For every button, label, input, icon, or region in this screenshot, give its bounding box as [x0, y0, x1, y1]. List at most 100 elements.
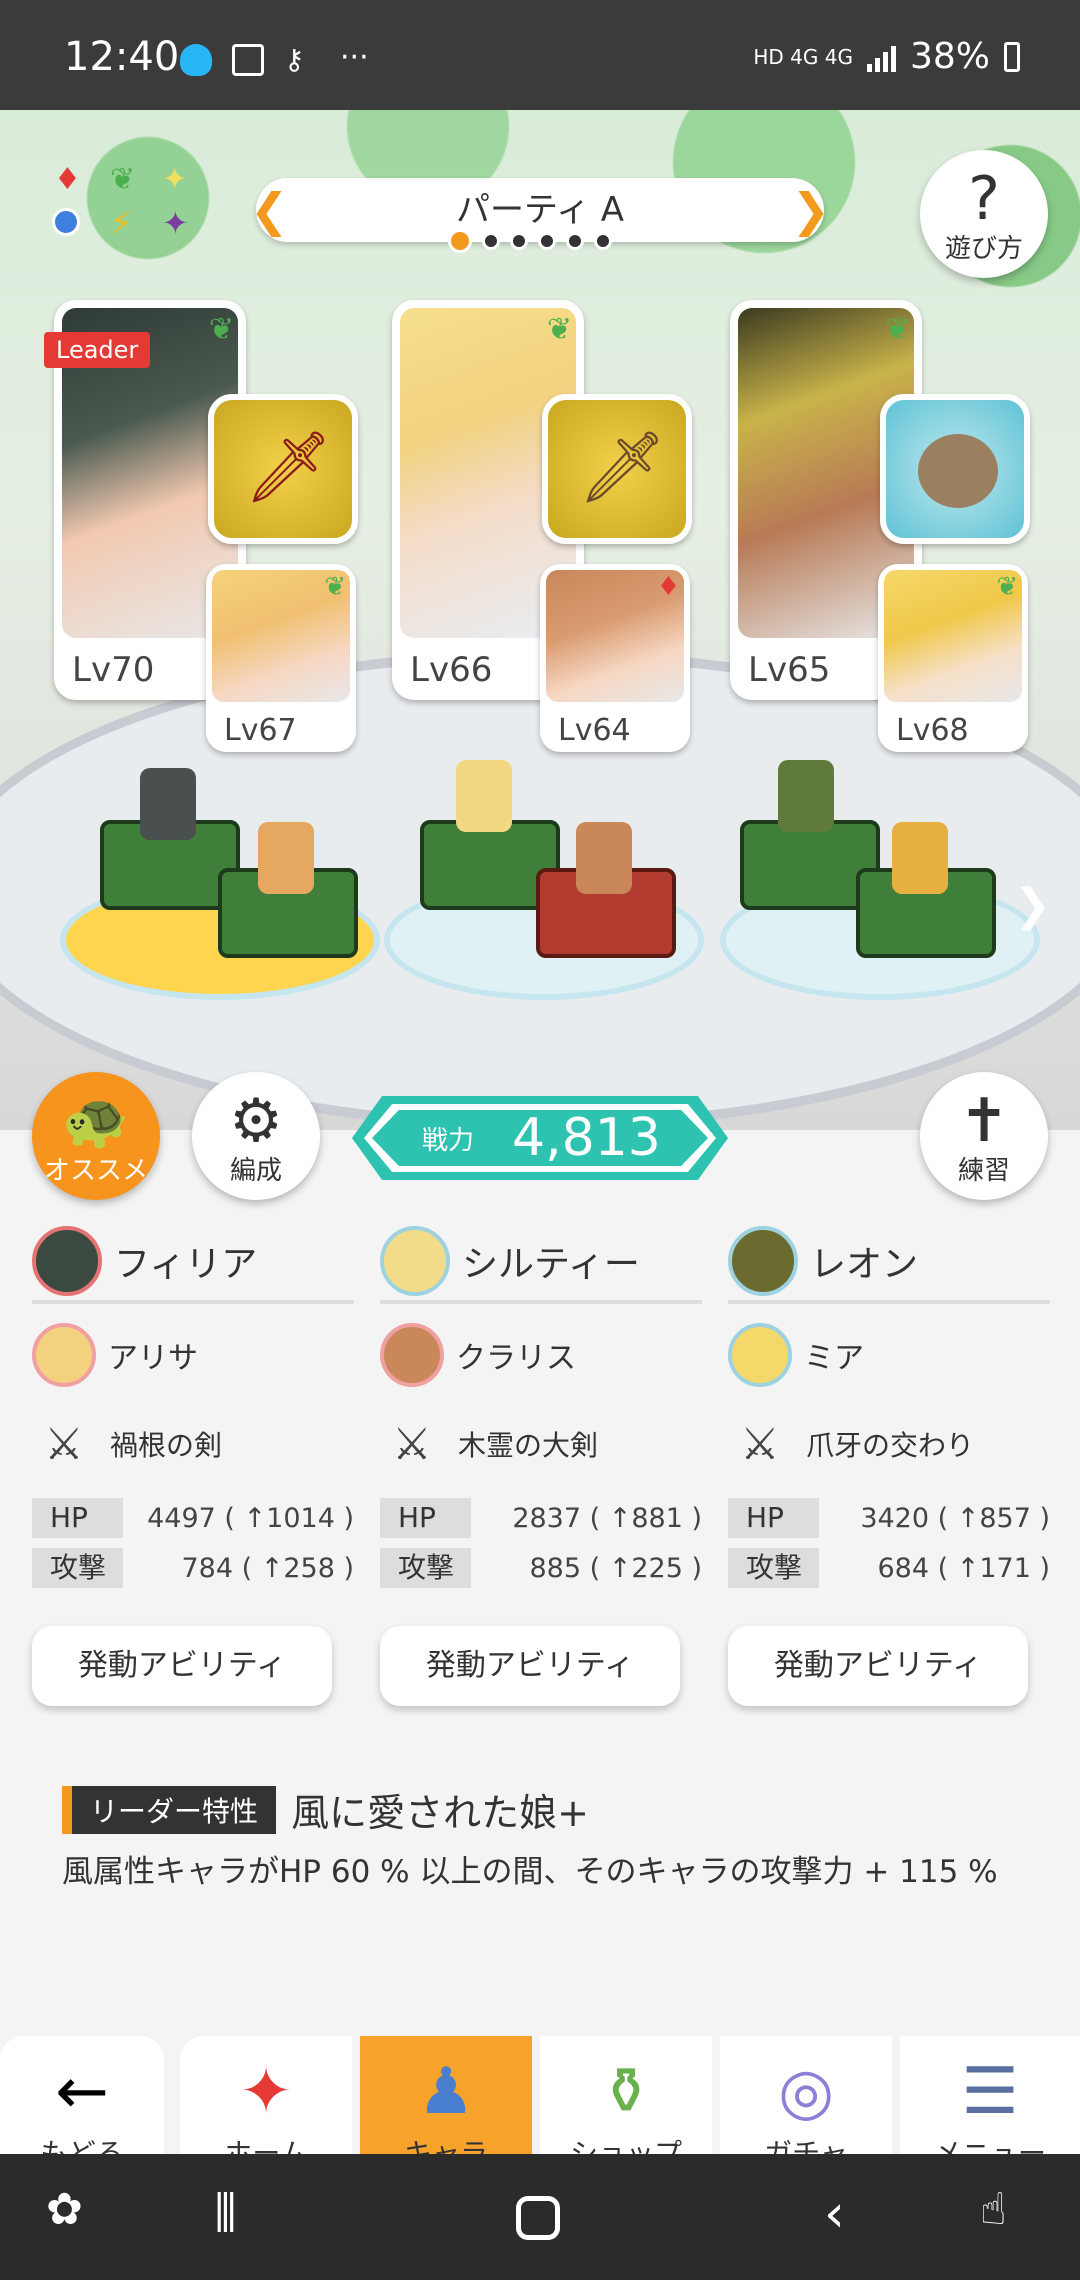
ability-button[interactable]: 発動アビリティ: [380, 1626, 680, 1706]
recent-apps-icon[interactable]: ⦀: [214, 2184, 237, 2245]
practice-button[interactable]: ✝ 練習: [920, 1072, 1048, 1200]
member-column: フィリア アリサ ⚔ 禍根の剣 HP 4497 ( ↑1014 ) 攻撃 784 ( …: [32, 1222, 354, 1706]
party-name: パーティ A: [455, 190, 625, 230]
weapon-type-icon: ⚔: [44, 1418, 84, 1470]
power-label: 戦力: [422, 1126, 475, 1156]
more-icon: ···: [340, 40, 369, 75]
character-icon: ♟: [417, 2055, 475, 2129]
element-affinity-chart[interactable]: ♦ ❦ ✦ ⚡ ✦: [44, 162, 194, 246]
weapon-type-icon: ⚔: [740, 1418, 780, 1470]
sub-name: アリサ: [108, 1341, 198, 1376]
weapon-slot[interactable]: [880, 394, 1030, 544]
attack-value: 684 ( ↑171 ): [877, 1552, 1050, 1584]
training-dummy-icon: ✝: [958, 1086, 1010, 1156]
pixel-sprite: [892, 822, 948, 894]
leader-trait-description: 風属性キャラがHP 60 % 以上の間、そのキャラの攻撃力 + 115 %: [62, 1854, 998, 1890]
key-icon: ⚷: [284, 43, 305, 76]
practice-label: 練習: [957, 1156, 1010, 1186]
wind-element-icon: ❦: [546, 312, 572, 347]
gacha-icon: ◎: [778, 2055, 834, 2129]
network-indicator: HD 4G 4G: [753, 44, 853, 69]
sub-character-card[interactable]: ❦ Lv68: [878, 564, 1028, 752]
weapon-name: 禍根の剣: [110, 1429, 223, 1462]
gallery-icon: [232, 44, 264, 76]
hp-label: HP: [728, 1498, 858, 1538]
battle-power-panel: 戦力 4,813: [352, 1096, 728, 1180]
sub-avatar[interactable]: [380, 1323, 444, 1387]
status-bar: 12:40 ⚷ ··· HD 4G 4G 38%: [0, 0, 1080, 110]
weapon-type-icon: ⚔: [392, 1418, 432, 1470]
page-dot[interactable]: [566, 232, 584, 250]
weapon-slot[interactable]: 🗡: [208, 394, 358, 544]
wind-element-icon: ❦: [884, 312, 910, 347]
turtle-icon: 🐢: [62, 1089, 130, 1152]
leader-trait-title: 風に愛された娘+: [291, 1791, 589, 1835]
hp-label: HP: [380, 1498, 510, 1538]
formation-button[interactable]: ⚙ 編成: [192, 1072, 320, 1200]
back-arrow-icon: ←: [55, 2055, 109, 2129]
level-label: Lv64: [558, 713, 631, 748]
battery-icon: [1004, 41, 1020, 72]
recommend-label: オススメ: [43, 1156, 148, 1186]
back-button-icon[interactable]: ‹: [824, 2184, 845, 2244]
sub-avatar[interactable]: [32, 1323, 96, 1387]
next-party-arrow-icon[interactable]: ❯: [791, 184, 830, 236]
page-dot[interactable]: [482, 232, 500, 250]
system-nav-bar: ✿ ⦀ ‹ ☝: [0, 2154, 1080, 2280]
hp-value: 2837 ( ↑881 ): [512, 1502, 702, 1534]
pixel-sprite: [456, 760, 512, 832]
leader-name: フィリア: [114, 1244, 258, 1285]
weapon-name: 木霊の大剣: [458, 1429, 599, 1462]
menu-icon: ☰: [961, 2055, 1019, 2129]
hp-value: 3420 ( ↑857 ): [860, 1502, 1050, 1534]
wind-element-icon: ❦: [208, 312, 234, 347]
page-dot[interactable]: [594, 232, 612, 250]
pixel-sprite: [576, 822, 632, 894]
wind-element-icon: ❦: [110, 162, 136, 197]
recommend-button[interactable]: 🐢 オススメ: [32, 1072, 160, 1200]
page-dot[interactable]: [448, 229, 472, 253]
home-button-icon[interactable]: [516, 2196, 560, 2240]
attack-label: 攻撃: [728, 1548, 858, 1588]
leader-avatar[interactable]: [728, 1226, 798, 1296]
clock: 12:40: [64, 34, 180, 80]
light-element-icon: ✦: [162, 162, 188, 197]
sword-icon: 🗡: [244, 426, 333, 508]
power-value: 4,813: [512, 1108, 661, 1168]
help-button[interactable]: ? 遊び方: [920, 150, 1048, 278]
sub-character-card[interactable]: ❦ Lv67: [206, 564, 356, 752]
ability-button[interactable]: 発動アビリティ: [728, 1626, 1028, 1706]
hp-label: HP: [32, 1498, 162, 1538]
fire-element-icon: ♦: [656, 572, 680, 602]
attack-label: 攻撃: [32, 1548, 162, 1588]
leader-trait-badge: リーダー特性: [62, 1785, 277, 1834]
wind-element-icon: ❦: [996, 572, 1018, 602]
dark-element-icon: ✦: [162, 204, 189, 242]
wind-element-icon: ❦: [324, 572, 346, 602]
sub-name: クラリス: [456, 1341, 576, 1376]
sub-character-card[interactable]: ♦ Lv64: [540, 564, 690, 752]
hp-value: 4497 ( ↑1014 ): [147, 1502, 354, 1534]
leader-avatar[interactable]: [380, 1226, 450, 1296]
page-dot[interactable]: [510, 232, 528, 250]
pixel-sprite: [778, 760, 834, 832]
greatsword-icon: 🗡: [578, 426, 667, 508]
ability-button[interactable]: 発動アビリティ: [32, 1626, 332, 1706]
claw-icon: [918, 434, 998, 508]
water-element-icon: [52, 208, 80, 236]
leader-avatar[interactable]: [32, 1226, 102, 1296]
help-label: 遊び方: [944, 234, 1023, 264]
party-page-indicator[interactable]: [448, 229, 612, 253]
sub-avatar[interactable]: [728, 1323, 792, 1387]
leader-badge: Leader: [44, 332, 151, 368]
leader-trait-section: リーダー特性 風に愛された娘+ 風属性キャラがHP 60 % 以上の間、そのキャ…: [62, 1782, 1022, 1893]
formation-label: 編成: [229, 1156, 282, 1186]
game-tools-icon[interactable]: ✿: [46, 2184, 83, 2235]
attack-value: 885 ( ↑225 ): [529, 1552, 702, 1584]
page-dot[interactable]: [538, 232, 556, 250]
touch-lock-icon[interactable]: ☝: [980, 2184, 1007, 2235]
notification-icon: [180, 44, 212, 76]
scroll-right-icon[interactable]: ❯: [1014, 880, 1051, 931]
weapon-slot[interactable]: 🗡: [542, 394, 692, 544]
prev-party-arrow-icon[interactable]: ❮: [250, 184, 289, 236]
